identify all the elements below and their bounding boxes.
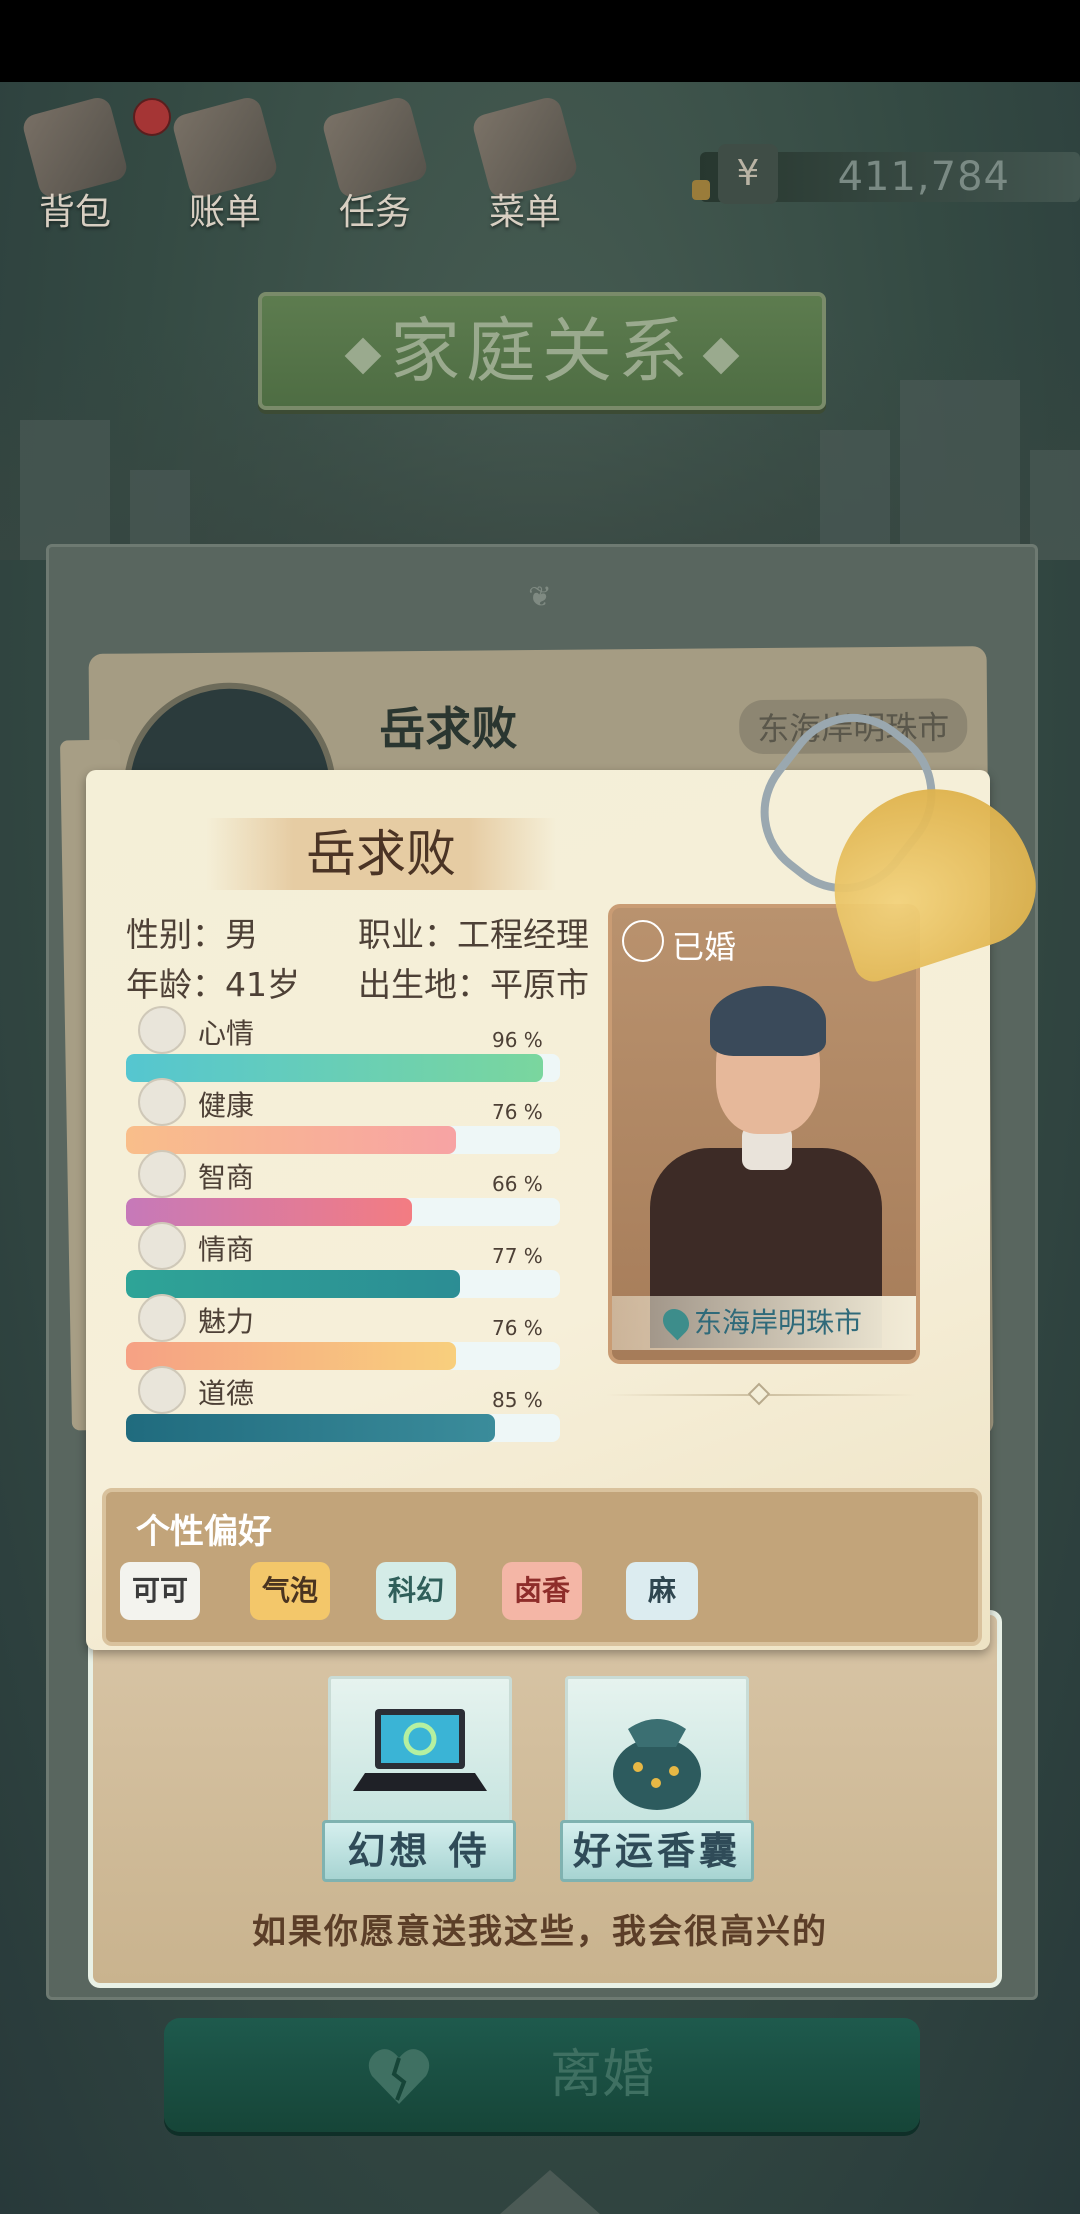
- nav-menu-button[interactable]: 菜单: [460, 94, 590, 235]
- scroll-up-icon[interactable]: [500, 2170, 600, 2214]
- job-text: 职业：工程经理: [358, 915, 589, 954]
- name-banner: 岳求败: [206, 818, 556, 890]
- portrait-location-bar: 东海岸明珠市: [612, 1296, 916, 1350]
- apple-icon: [138, 1222, 186, 1270]
- character-hair: [710, 986, 826, 1056]
- stat-percent: 66 %: [492, 1172, 543, 1196]
- stat-bar: [126, 1198, 560, 1226]
- lucky-pouch-icon: [613, 1719, 701, 1810]
- gift-message: 如果你愿意送我这些，我会很高兴的: [252, 1912, 828, 1952]
- stat-bar: [126, 1270, 560, 1298]
- gift-label: 幻想 侍: [322, 1820, 516, 1882]
- page-title-text: 家庭关系: [390, 310, 694, 392]
- scales-icon: [138, 1366, 186, 1414]
- preference-tag[interactable]: 可可: [120, 1562, 201, 1620]
- preference-tag[interactable]: 科幻: [376, 1562, 457, 1620]
- ornament-icon: ❦: [528, 580, 552, 613]
- page-title: 家庭关系: [258, 292, 826, 410]
- divorce-button[interactable]: 离婚: [164, 2018, 920, 2132]
- stat-percent: 96 %: [492, 1028, 543, 1052]
- heart-icon: [138, 1078, 186, 1126]
- stat-bar-fill: [126, 1198, 413, 1226]
- gift-label: 好运香囊: [560, 1820, 754, 1882]
- stat-percent: 77 %: [492, 1244, 543, 1268]
- profile-name: 岳求败: [306, 825, 456, 883]
- stat-bar: [126, 1342, 560, 1370]
- coin-icon: [692, 180, 710, 200]
- stat-name: 智商: [198, 1161, 255, 1194]
- money-display: ¥ 411,784: [692, 144, 1080, 204]
- portrait-location: 东海岸明珠市: [694, 1306, 863, 1339]
- nav-label: 菜单: [488, 192, 561, 233]
- nav-bag-button[interactable]: 背包: [10, 94, 140, 235]
- sparkle-icon: [138, 1294, 186, 1342]
- diamond-icon: [344, 337, 382, 375]
- nav-label: 背包: [38, 192, 111, 233]
- birthplace-text: 出生地：平原市: [358, 965, 589, 1004]
- back-card-name: 岳求败: [379, 701, 518, 757]
- personality-section: 个性偏好 可可 气泡 科幻 卤香 麻: [102, 1488, 982, 1646]
- stat-percent: 76 %: [492, 1316, 543, 1340]
- location-pin-icon: [657, 1303, 695, 1341]
- stat-percent: 76 %: [492, 1100, 543, 1124]
- personality-header: 个性偏好: [136, 1512, 272, 1552]
- divider: [606, 1382, 916, 1406]
- stat-bar-fill: [126, 1054, 543, 1082]
- stat-name: 心情: [198, 1017, 255, 1050]
- sleep-icon: [622, 920, 664, 962]
- stat-percent: 85 %: [492, 1388, 543, 1412]
- stat-name: 魅力: [198, 1305, 255, 1338]
- stat-name: 道德: [198, 1377, 255, 1410]
- nav-bill-button[interactable]: 账单: [160, 94, 290, 235]
- stat-bar-fill: [126, 1342, 456, 1370]
- nav-task-button[interactable]: 任务: [310, 94, 440, 235]
- stat-bar: [126, 1054, 560, 1082]
- stat-name: 健康: [198, 1089, 255, 1122]
- preference-tag[interactable]: 麻: [626, 1562, 699, 1620]
- yen-icon: ¥: [718, 144, 778, 204]
- stat-bar-fill: [126, 1414, 495, 1442]
- stat-bar-fill: [126, 1270, 461, 1298]
- nav-label: 任务: [338, 192, 411, 233]
- preference-tag[interactable]: 卤香: [502, 1562, 583, 1620]
- money-value: 411,784: [837, 154, 1010, 200]
- gender-text: 性别：男: [126, 915, 258, 954]
- stat-bar: [126, 1126, 560, 1154]
- nav-label: 账单: [188, 192, 261, 233]
- diamond-icon: [747, 1382, 771, 1406]
- preference-tag[interactable]: 气泡: [250, 1562, 331, 1620]
- divorce-label: 离婚: [549, 2045, 654, 2105]
- stat-name: 情商: [198, 1233, 255, 1266]
- smile-icon: [138, 1006, 186, 1054]
- marital-status: 已婚: [672, 928, 737, 966]
- gaming-laptop-icon: [353, 1709, 487, 1791]
- stat-bar: [126, 1414, 560, 1442]
- stat-bar-fill: [126, 1126, 456, 1154]
- diamond-icon: [702, 337, 740, 375]
- status-bar: [0, 0, 1080, 82]
- lightbulb-icon: [138, 1150, 186, 1198]
- age-text: 年龄：41岁: [126, 965, 300, 1004]
